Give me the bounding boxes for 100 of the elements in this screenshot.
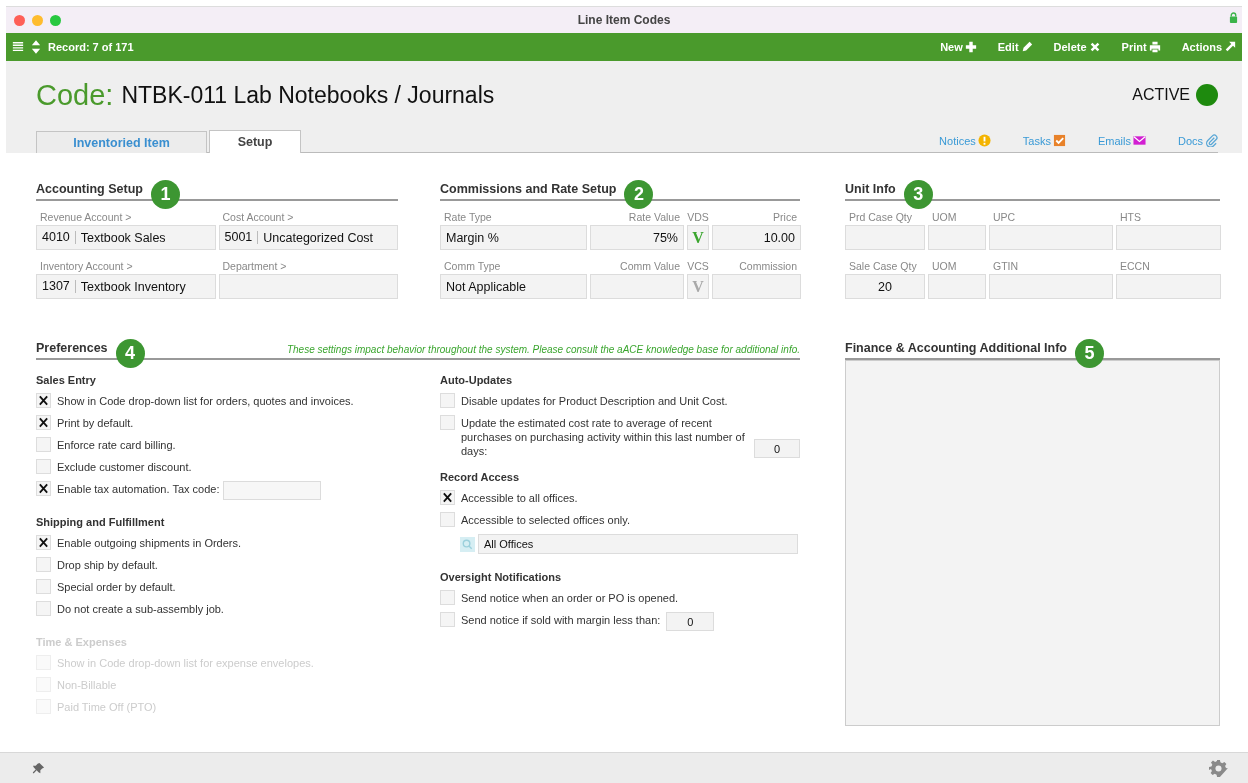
field-label: Sale Case Qty [848, 259, 918, 274]
header-link[interactable]: Docs [1177, 134, 1218, 152]
checkbox[interactable] [440, 612, 455, 627]
field-label[interactable]: Cost Account > [218, 207, 398, 225]
checkbox-label: Enforce rate card billing. [57, 438, 176, 452]
account-field[interactable]: 4010 Textbook Sales [36, 225, 216, 250]
checkbox[interactable] [440, 393, 455, 408]
type-field[interactable]: Margin % [440, 225, 587, 250]
up-down-arrows-icon[interactable] [31, 40, 41, 54]
checkbox-label: Send notice when an order or PO is opened. [461, 591, 679, 605]
search-icon[interactable] [460, 536, 475, 552]
toolbar-button[interactable]: New [926, 41, 977, 53]
unit-field[interactable]: 20 [845, 274, 925, 299]
zoom-button[interactable] [50, 14, 61, 26]
checkbox[interactable] [36, 393, 51, 408]
checkbox-label: Show in Code drop-down list for orders, quotes and invoices. [57, 394, 354, 408]
group-heading: Auto-Updates [440, 373, 514, 388]
checkbox[interactable] [36, 601, 51, 616]
unit-field[interactable] [928, 225, 986, 250]
flag-toggle[interactable]: V [687, 225, 709, 250]
unit-field[interactable] [845, 225, 925, 250]
account-field[interactable] [218, 274, 398, 299]
settings-icon[interactable] [1209, 758, 1228, 778]
section-heading: Finance & Accounting Additional Info [845, 341, 1067, 357]
checkbox[interactable] [440, 512, 455, 527]
header-link[interactable]: Emails [1097, 134, 1146, 152]
checkbox-label: Exclude customer discount. [57, 460, 192, 474]
window-title: Line Item Codes [576, 13, 672, 27]
value-field[interactable]: 75% [590, 225, 684, 250]
account-field[interactable]: 5001 Uncategorized Cost [218, 225, 398, 250]
printer-icon [1148, 41, 1161, 53]
toolbar-button[interactable]: Edit [983, 41, 1033, 53]
type-field[interactable]: Not Applicable [440, 274, 587, 299]
group-heading: Shipping and Fulfillment [36, 515, 166, 530]
offices-field[interactable]: All Offices [478, 534, 798, 554]
checkbox-label: Do not create a sub-assembly job. [57, 602, 224, 616]
checkbox-label: Drop ship by default. [57, 558, 158, 572]
field-label: UOM [931, 259, 958, 274]
field-label: Rate Type [443, 210, 493, 225]
field-label: Rate Value [627, 210, 681, 225]
checkbox[interactable] [36, 415, 51, 430]
checkbox[interactable] [36, 535, 51, 550]
unit-field[interactable] [989, 274, 1113, 299]
toolbar-button[interactable]: Actions [1167, 41, 1236, 53]
field-label: VDS [687, 210, 709, 225]
group-heading: Record Access [440, 470, 521, 485]
close-icon [1088, 41, 1101, 53]
field-label[interactable]: Revenue Account > [36, 207, 216, 225]
unit-field[interactable] [928, 274, 986, 299]
toolbar-button[interactable]: Delete [1039, 41, 1101, 53]
section-heading: Preferences [36, 341, 108, 357]
checkbox[interactable] [36, 481, 51, 496]
paperclip-icon [1205, 134, 1218, 147]
tab[interactable]: Inventoried Item [36, 131, 207, 153]
checkbox-label: Accessible to selected offices only. [461, 513, 630, 527]
number-badge: 3 [903, 180, 933, 209]
checkbox[interactable] [36, 437, 51, 452]
field-label: Price [772, 210, 798, 225]
unit-field[interactable] [1116, 225, 1221, 250]
number-field[interactable]: 0 [754, 439, 800, 458]
close-button[interactable] [14, 14, 25, 26]
number-field[interactable]: 0 [666, 612, 715, 631]
account-field[interactable]: 1307 Textbook Inventory [36, 274, 216, 299]
field-label: GTIN [992, 259, 1020, 274]
checkbox-icon [1052, 134, 1066, 147]
field-label: Comm Type [443, 259, 502, 274]
menu-icon[interactable] [12, 41, 24, 53]
checkbox[interactable] [440, 415, 455, 430]
number-badge: 5 [1075, 339, 1104, 368]
field-label: ECCN [1119, 259, 1151, 274]
number-badge: 1 [150, 180, 180, 209]
field-label[interactable]: Inventory Account > [36, 256, 216, 274]
code-title: NTBK-011 Lab Notebooks / Journals [121, 81, 495, 109]
value-field[interactable] [590, 274, 684, 299]
checkbox[interactable] [36, 459, 51, 474]
tax-code-field[interactable] [223, 481, 322, 500]
header-link[interactable]: Notices [939, 134, 991, 152]
checkbox[interactable] [440, 490, 455, 505]
toolbar-button[interactable]: Print [1107, 41, 1161, 53]
checkbox[interactable] [440, 590, 455, 605]
checkbox[interactable] [36, 579, 51, 594]
field-label: UOM [931, 210, 958, 225]
notes-field[interactable] [845, 360, 1220, 726]
checkbox-label: Update the estimated cost rate to average of recent purchases on purchasing activity within this last number of days: [461, 416, 746, 458]
checkbox[interactable] [36, 557, 51, 572]
field-label: Comm Value [619, 259, 681, 274]
tab[interactable]: Setup [209, 130, 301, 153]
checkbox-label: Accessible to all offices. [461, 491, 578, 505]
unit-field[interactable] [1116, 274, 1221, 299]
amount-field[interactable] [712, 274, 801, 299]
flag-toggle[interactable]: V [687, 274, 709, 299]
number-badge: 4 [115, 339, 145, 368]
warning-icon [977, 134, 991, 147]
amount-field[interactable]: 10.00 [712, 225, 801, 250]
header-link[interactable]: Tasks [1022, 134, 1066, 152]
pin-icon[interactable] [32, 761, 45, 775]
minimize-button[interactable] [32, 14, 43, 26]
field-label[interactable]: Department > [218, 256, 398, 274]
unit-field[interactable] [989, 225, 1113, 250]
record-counter: Record: 7 of 171 [48, 41, 134, 53]
